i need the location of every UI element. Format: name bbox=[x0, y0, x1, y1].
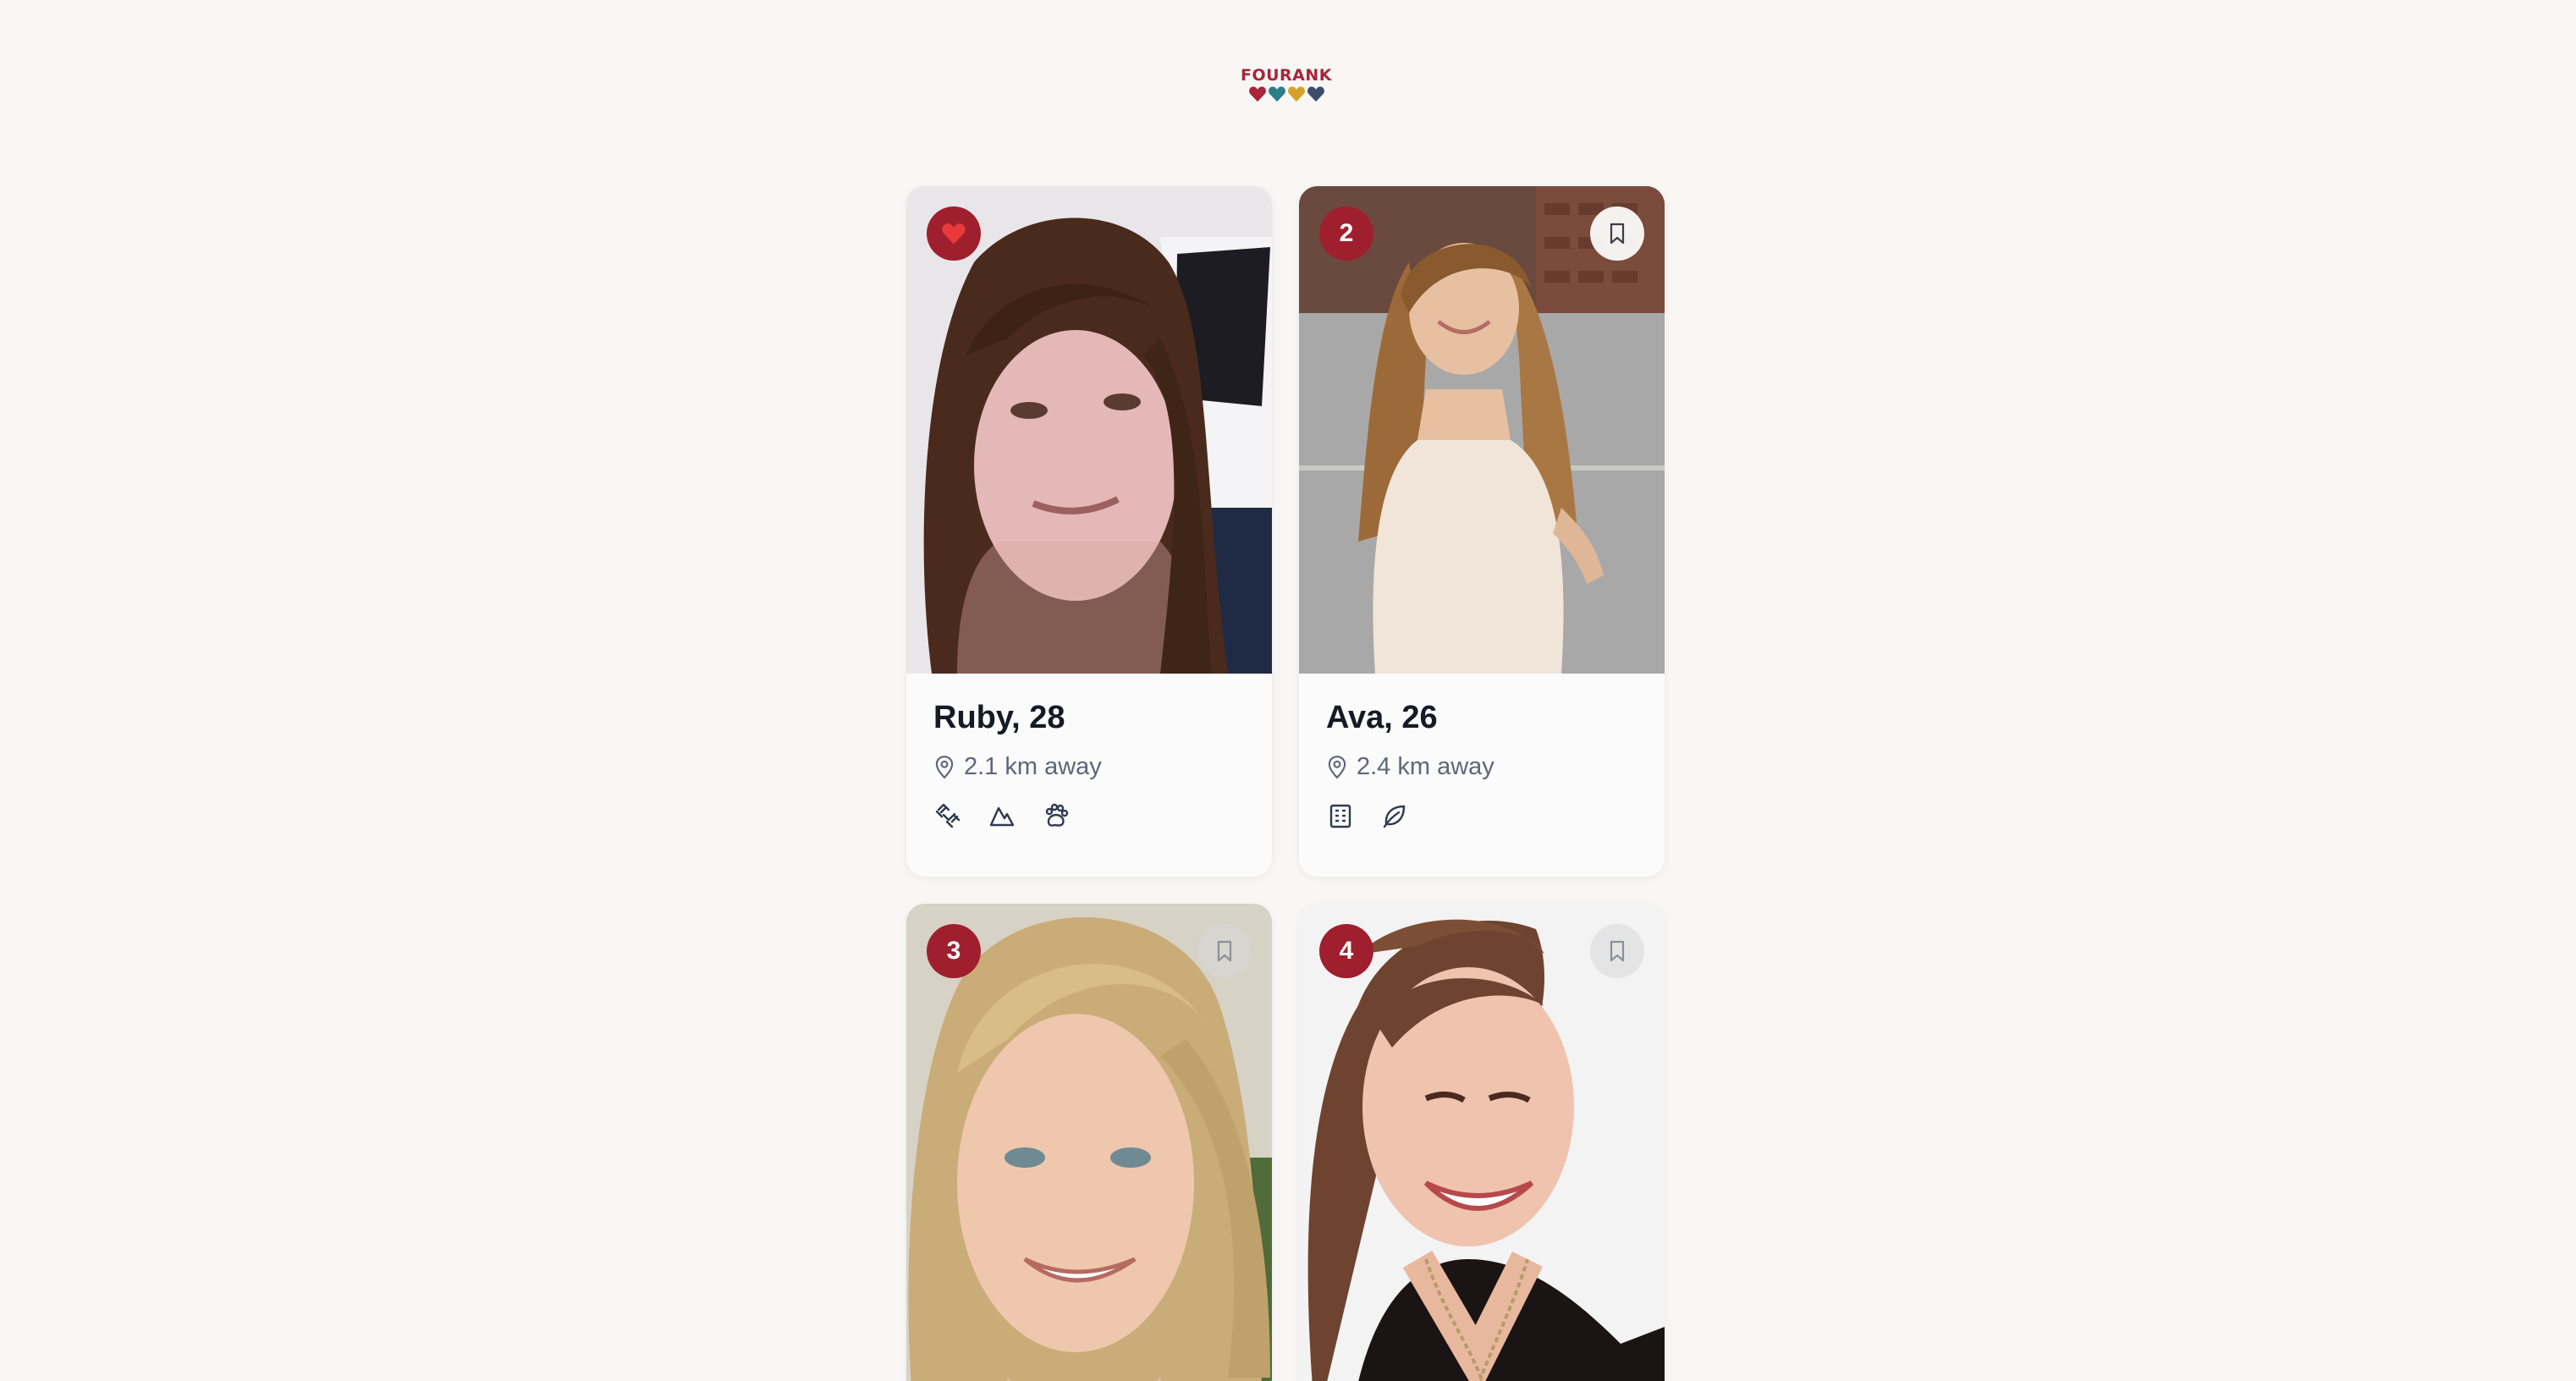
location-pin-icon bbox=[935, 755, 954, 779]
leaf-icon bbox=[1380, 801, 1409, 830]
heart-icon bbox=[1268, 85, 1285, 102]
profile-info: Ava, 26 2.4 km away bbox=[1299, 674, 1665, 830]
bookmark-button[interactable] bbox=[1590, 924, 1644, 978]
bookmark-button[interactable] bbox=[1197, 924, 1252, 978]
heart-icon bbox=[942, 223, 966, 245]
profile-card[interactable]: 2 Ava, 26 2.4 km away bbox=[1299, 186, 1665, 877]
profile-card[interactable]: Ruby, 28 2.1 km away bbox=[906, 186, 1272, 877]
rank-badge: 2 bbox=[1319, 206, 1373, 261]
heart-icon bbox=[1248, 85, 1266, 102]
distance-text: 2.4 km away bbox=[1357, 753, 1494, 780]
heart-icon bbox=[1307, 85, 1324, 102]
building-icon bbox=[1326, 801, 1355, 830]
profile-card[interactable]: 4 bbox=[1299, 904, 1665, 1381]
rank-badge: 4 bbox=[1319, 924, 1373, 978]
heart-icon bbox=[1287, 85, 1305, 102]
bookmark-icon bbox=[1610, 940, 1625, 962]
rank-badge: 3 bbox=[927, 924, 981, 978]
bookmark-icon bbox=[1217, 940, 1232, 962]
logo-hearts bbox=[1248, 85, 1325, 102]
page: FOURANK Ruby, 28 2.1 km away 2 Ava, 26 2… bbox=[0, 0, 2576, 1381]
bookmark-button[interactable] bbox=[1590, 206, 1644, 261]
profile-photo[interactable]: 4 bbox=[1299, 904, 1665, 1381]
logo-text: FOURANK bbox=[1240, 65, 1333, 85]
profile-name: Ruby, 28 bbox=[933, 700, 1065, 735]
app-logo[interactable]: FOURANK bbox=[1237, 44, 1335, 125]
profile-photo[interactable] bbox=[906, 186, 1272, 674]
mountain-icon bbox=[988, 801, 1016, 830]
profile-photo[interactable]: 2 bbox=[1299, 186, 1665, 674]
location-pin-icon bbox=[1328, 755, 1346, 779]
dumbbell-icon bbox=[933, 801, 962, 830]
profile-name: Ava, 26 bbox=[1326, 700, 1438, 735]
profile-distance: 2.1 km away bbox=[933, 753, 1245, 781]
paw-icon bbox=[1042, 801, 1071, 830]
profile-distance: 2.4 km away bbox=[1326, 753, 1638, 781]
profile-card[interactable]: 3 bbox=[906, 904, 1272, 1381]
bookmark-icon bbox=[1610, 223, 1625, 245]
interest-icons bbox=[1326, 801, 1638, 830]
distance-text: 2.1 km away bbox=[964, 753, 1102, 780]
profile-info: Ruby, 28 2.1 km away bbox=[906, 674, 1272, 830]
interest-icons bbox=[933, 801, 1245, 830]
rank-badge bbox=[927, 206, 981, 261]
profile-photo[interactable]: 3 bbox=[906, 904, 1272, 1381]
